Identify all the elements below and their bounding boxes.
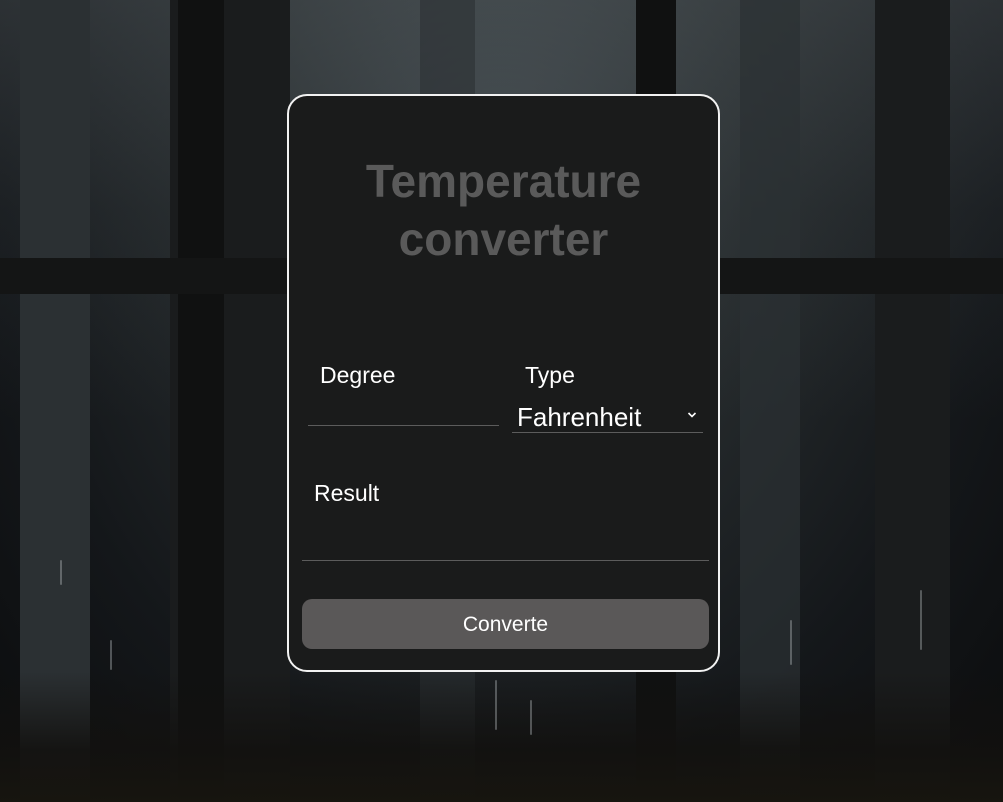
background-floor [0, 672, 1003, 802]
rain-streak [60, 560, 62, 585]
type-select-value: Fahrenheit [517, 402, 642, 432]
rain-streak [495, 680, 497, 730]
rain-streak [110, 640, 112, 670]
rain-streak [530, 700, 532, 735]
page-title: Temperature converter [289, 152, 718, 268]
title-line-2: converter [398, 213, 609, 265]
rain-streak [790, 620, 792, 665]
convert-button[interactable]: Converte [302, 599, 709, 649]
converter-card: Temperature converter Degree Type Fahren… [287, 94, 720, 672]
chevron-down-icon [687, 412, 697, 418]
rain-streak [920, 590, 922, 650]
title-line-1: Temperature [365, 155, 642, 207]
degree-input[interactable] [308, 401, 499, 426]
type-select[interactable]: Fahrenheit [512, 398, 703, 433]
degree-label: Degree [320, 362, 396, 388]
type-label: Type [525, 362, 575, 388]
result-output [302, 514, 709, 561]
result-label: Result [314, 480, 380, 506]
